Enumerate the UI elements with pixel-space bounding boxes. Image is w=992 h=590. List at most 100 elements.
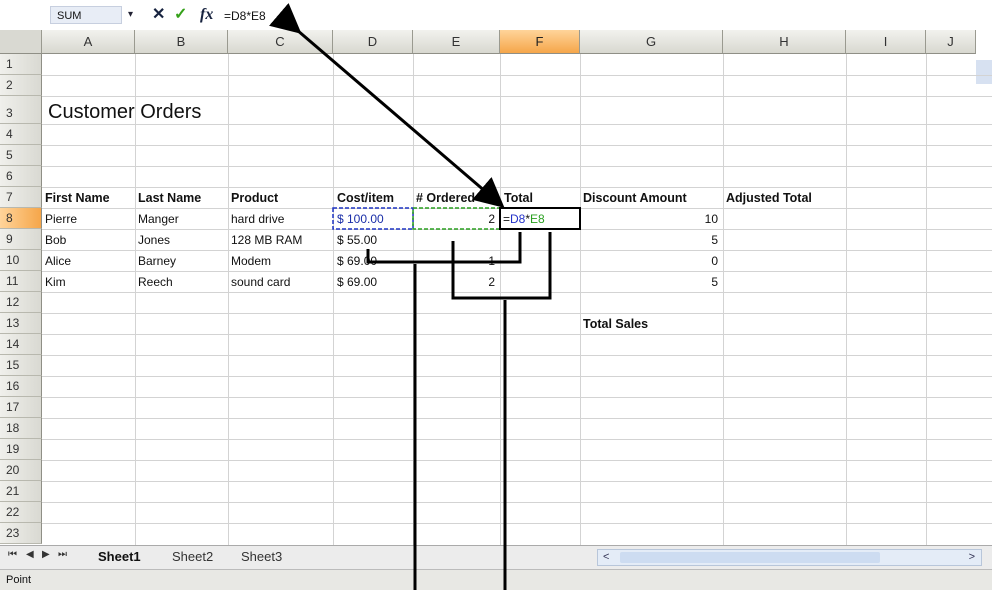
row-header[interactable]: 5 [0, 145, 42, 166]
name-box[interactable]: SUM [50, 6, 122, 24]
row-header[interactable]: 18 [0, 418, 42, 439]
cell-discount[interactable]: 5 [580, 272, 718, 292]
gridline [846, 54, 847, 545]
column-header-g[interactable]: G [580, 30, 723, 54]
row-header[interactable]: 9 [0, 229, 42, 250]
row-header[interactable]: 11 [0, 271, 42, 292]
row-header[interactable]: 17 [0, 397, 42, 418]
gridline [42, 292, 992, 293]
scrollbar-thumb[interactable] [620, 552, 880, 563]
row-header[interactable]: 3 [0, 96, 42, 124]
cell-last-name[interactable]: Jones [138, 230, 170, 250]
column-header-j[interactable]: J [926, 30, 976, 54]
worksheet-grid[interactable]: A B C D E F G H I J 1 2 3 4 5 6 7 8 9 10… [0, 30, 992, 545]
total-sales-label[interactable]: Total Sales [583, 314, 648, 334]
column-header-h[interactable]: H [723, 30, 846, 54]
cell-product[interactable]: sound card [231, 272, 290, 292]
header-cost-item[interactable]: Cost/item [337, 188, 394, 208]
formula-equals: = [503, 212, 511, 226]
cell-discount[interactable]: 5 [580, 230, 718, 250]
row-header[interactable]: 23 [0, 523, 42, 544]
cell-last-name[interactable]: Manger [138, 209, 179, 229]
cell-last-name[interactable]: Reech [138, 272, 173, 292]
first-sheet-icon[interactable]: ⏮ [8, 549, 17, 560]
cell-first-name[interactable]: Kim [45, 272, 66, 292]
cell-ordered[interactable]: 2 [413, 209, 495, 229]
column-header-i[interactable]: I [846, 30, 926, 54]
header-discount-amount[interactable]: Discount Amount [583, 188, 687, 208]
row-header[interactable]: 2 [0, 75, 42, 96]
row-header[interactable]: 14 [0, 334, 42, 355]
cell-cost[interactable]: $ 100.00 [337, 209, 384, 229]
enter-check-icon[interactable]: ✓ [174, 5, 187, 25]
cell-first-name[interactable]: Bob [45, 230, 66, 250]
horizontal-scrollbar[interactable]: < > [597, 549, 982, 566]
cell-cost[interactable]: $ 69.00 [337, 272, 377, 292]
cell-ordered[interactable]: 1 [413, 251, 495, 271]
cell-cost[interactable]: $ 69.00 [337, 251, 377, 271]
gridline [580, 54, 581, 545]
header-adjusted-total[interactable]: Adjusted Total [726, 188, 812, 208]
cell-total-formula[interactable]: =D8*E8 [503, 209, 545, 229]
cell-last-name[interactable]: Barney [138, 251, 176, 271]
header-ordered[interactable]: # Ordered [416, 188, 475, 208]
gridline [42, 376, 992, 377]
header-last-name[interactable]: Last Name [138, 188, 201, 208]
gridline [333, 54, 334, 545]
column-header-b[interactable]: B [135, 30, 228, 54]
scroll-right-arrow-icon[interactable]: > [969, 550, 975, 565]
cell-cost[interactable]: $ 55.00 [337, 230, 377, 250]
gridline [42, 313, 992, 314]
vertical-scrollbar[interactable] [976, 60, 992, 84]
gridline [42, 439, 992, 440]
column-header-f[interactable]: F [500, 30, 580, 54]
cell-first-name[interactable]: Alice [45, 251, 71, 271]
column-header-a[interactable]: A [42, 30, 135, 54]
header-product[interactable]: Product [231, 188, 278, 208]
column-header-e[interactable]: E [413, 30, 500, 54]
status-mode-text: Point [6, 574, 32, 586]
column-header-c[interactable]: C [228, 30, 333, 54]
row-header[interactable]: 15 [0, 355, 42, 376]
row-header[interactable]: 7 [0, 187, 42, 208]
row-header[interactable]: 20 [0, 460, 42, 481]
cell-ordered[interactable]: 2 [413, 272, 495, 292]
scroll-left-arrow-icon[interactable]: < [603, 550, 609, 565]
formula-input[interactable]: =D8*E8 [220, 7, 314, 25]
column-header-d[interactable]: D [333, 30, 413, 54]
cell-first-name[interactable]: Pierre [45, 209, 77, 229]
header-first-name[interactable]: First Name [45, 188, 110, 208]
row-header[interactable]: 6 [0, 166, 42, 187]
last-sheet-icon[interactable]: ⏭ [58, 549, 67, 560]
sheet-title: Customer Orders [48, 101, 202, 123]
sheet-tab-bar: ⏮ ◀ ▶ ⏭ Sheet1 Sheet2 Sheet3 < > [0, 545, 992, 569]
next-sheet-icon[interactable]: ▶ [42, 549, 50, 560]
row-header[interactable]: 1 [0, 54, 42, 75]
cell-discount[interactable]: 0 [580, 251, 718, 271]
cancel-icon[interactable]: ✕ [152, 5, 165, 25]
cell-product[interactable]: hard drive [231, 209, 284, 229]
tab-sheet3[interactable]: Sheet3 [241, 548, 282, 566]
row-header[interactable]: 13 [0, 313, 42, 334]
gridline [42, 145, 992, 146]
header-total[interactable]: Total [504, 188, 533, 208]
row-header-active[interactable]: 8 [0, 208, 42, 229]
cell-discount[interactable]: 10 [580, 209, 718, 229]
row-header[interactable]: 21 [0, 481, 42, 502]
row-header[interactable]: 16 [0, 376, 42, 397]
select-all-corner[interactable] [0, 30, 42, 54]
gridline [42, 334, 992, 335]
name-box-dropdown-icon[interactable]: ▾ [128, 5, 133, 25]
row-header[interactable]: 22 [0, 502, 42, 523]
insert-function-icon[interactable]: fx [200, 5, 213, 25]
row-header[interactable]: 12 [0, 292, 42, 313]
gridline [42, 523, 992, 524]
cell-product[interactable]: 128 MB RAM [231, 230, 302, 250]
cell-product[interactable]: Modem [231, 251, 271, 271]
row-header[interactable]: 19 [0, 439, 42, 460]
row-header[interactable]: 4 [0, 124, 42, 145]
prev-sheet-icon[interactable]: ◀ [26, 549, 34, 560]
row-header[interactable]: 10 [0, 250, 42, 271]
tab-sheet1[interactable]: Sheet1 [98, 548, 141, 566]
tab-sheet2[interactable]: Sheet2 [172, 548, 213, 566]
